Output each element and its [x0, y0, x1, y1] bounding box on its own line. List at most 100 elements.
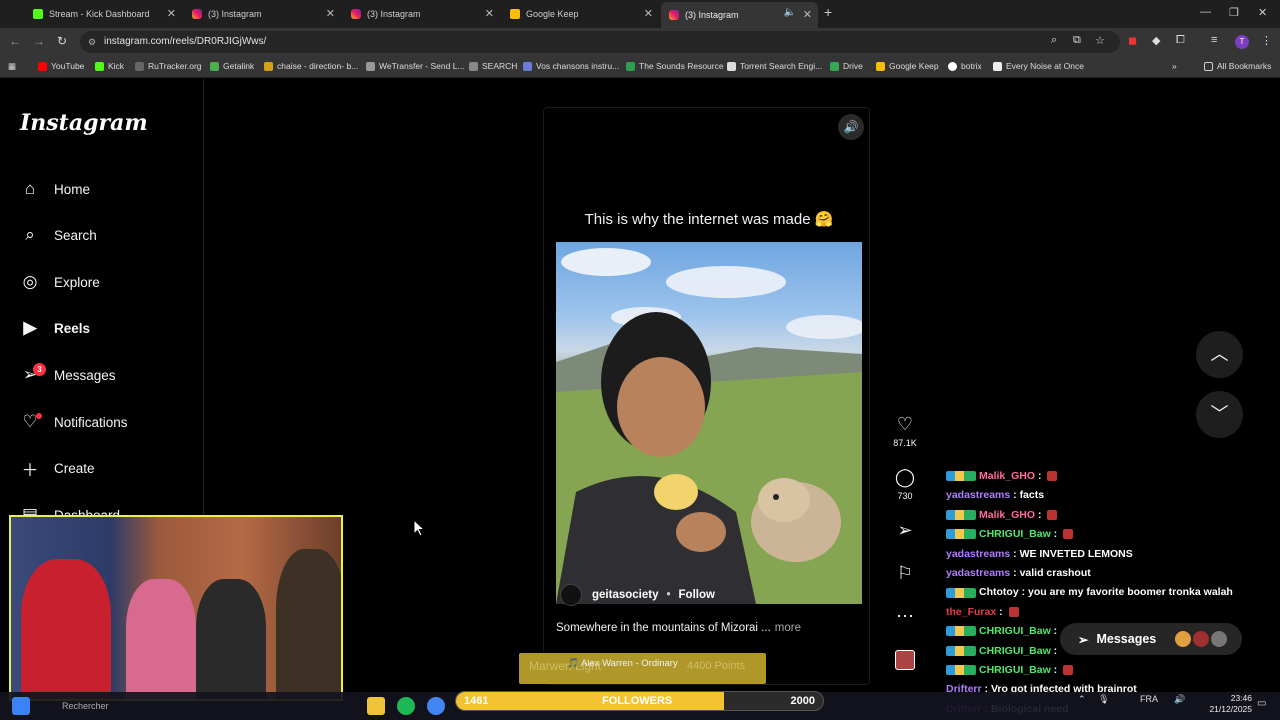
speaker-icon[interactable]: 🔊	[1174, 694, 1185, 704]
instagram-logo[interactable]: Instagram	[20, 110, 148, 136]
chat-username[interactable]: CHRIGUI_Baw	[979, 625, 1051, 637]
share-button[interactable]: ➢	[890, 520, 920, 544]
tab-instagram-active[interactable]: (3) Instagram 🔈 ✕	[661, 2, 818, 28]
chat-username[interactable]: yadastreams	[946, 548, 1010, 560]
close-icon[interactable]: ✕	[644, 7, 653, 20]
chat-username[interactable]: CHRIGUI_Baw	[979, 664, 1051, 676]
bookmark-chaise[interactable]: chaise - direction- b...	[264, 61, 358, 71]
tab-title: (3) Instagram	[367, 9, 421, 19]
chat-username[interactable]: the_Furax	[946, 606, 996, 618]
more-link[interactable]: more	[775, 622, 801, 634]
chat-username[interactable]: Malik_GHO	[979, 470, 1035, 482]
all-bookmarks[interactable]: All Bookmarks	[1204, 61, 1271, 71]
sidebar-item-notifications[interactable]: ♡ Notifications	[20, 408, 127, 436]
tab-instagram-1[interactable]: (3) Instagram ✕	[184, 4, 341, 24]
taskbar-search[interactable]: Rechercher	[40, 696, 180, 716]
audio-thumbnail[interactable]	[890, 650, 920, 672]
maximize-button[interactable]: ❐	[1229, 6, 1239, 19]
new-tab-button[interactable]: +	[824, 4, 832, 20]
author-username[interactable]: geitasociety	[592, 589, 658, 601]
close-icon[interactable]: ✕	[326, 7, 335, 20]
close-icon[interactable]: ✕	[167, 7, 176, 20]
chevron-up-icon[interactable]: ⌃	[1078, 694, 1086, 704]
chat-username[interactable]: Malik_GHO	[979, 509, 1035, 521]
bookmark-every-noise[interactable]: Every Noise at Once	[993, 61, 1084, 71]
chat-emote-icon	[1008, 607, 1019, 618]
sidebar-item-create[interactable]: ＋ Create	[20, 454, 95, 482]
follow-button[interactable]: Follow	[679, 589, 715, 601]
separator-dot: •	[666, 589, 671, 601]
forward-icon[interactable]: →	[33, 34, 45, 48]
close-icon[interactable]: ✕	[803, 8, 812, 21]
author-avatar[interactable]	[560, 584, 582, 606]
chat-username[interactable]: CHRIGUI_Baw	[979, 645, 1051, 657]
bookmark-search[interactable]: SEARCH	[469, 61, 517, 71]
bookmark-kick[interactable]: Kick	[95, 61, 124, 71]
bookmark-youtube[interactable]: YouTube	[38, 61, 84, 71]
comment-button[interactable]: ◯ 730	[890, 467, 920, 501]
bookmark-sounds-resource[interactable]: The Sounds Resource	[626, 61, 724, 71]
back-icon[interactable]: ←	[9, 34, 21, 48]
tab-instagram-2[interactable]: (3) Instagram ✕	[343, 4, 500, 24]
keep-icon	[510, 9, 520, 19]
bookmark-wetransfer[interactable]: WeTransfer - Send L...	[366, 61, 465, 71]
site-info-icon[interactable]: ⚙	[88, 31, 96, 53]
taskbar-clock[interactable]: 23:46 21/12/2025	[1206, 693, 1252, 715]
chevron-right-icon[interactable]: »	[1172, 61, 1177, 71]
reading-list-icon[interactable]: ≡	[1211, 34, 1217, 46]
install-icon[interactable]: ⧉	[1073, 34, 1081, 47]
chat-message: CHRIGUI_Baw :	[946, 645, 1057, 657]
folder-icon[interactable]	[367, 697, 385, 715]
minimize-button[interactable]: —	[1200, 6, 1211, 18]
chat-separator: :	[1035, 508, 1045, 521]
chat-message: Malik_GHO :	[946, 508, 1058, 521]
url-input[interactable]: ⚙ instagram.com/reels/DR0RJIGjWws/	[80, 31, 1120, 53]
chrome-icon[interactable]	[427, 697, 445, 715]
bookmark-torrent-search[interactable]: Torrent Search Engi...	[727, 61, 822, 71]
volume-icon[interactable]: 🔊	[838, 114, 864, 140]
apps-grid-icon[interactable]: ▦	[8, 61, 16, 72]
notifications-icon[interactable]: ▭	[1257, 698, 1266, 709]
bookmark-google-keep[interactable]: Google Keep	[876, 61, 939, 71]
spotify-icon[interactable]	[397, 697, 415, 715]
tab-title: (3) Instagram	[685, 10, 739, 20]
extensions-puzzle-icon[interactable]: ⧠	[1176, 34, 1185, 47]
like-button[interactable]: ♡ 87.1K	[890, 414, 920, 448]
reel-video[interactable]	[556, 242, 862, 604]
close-icon[interactable]: ✕	[485, 7, 494, 20]
microphone-icon[interactable]: 🎙	[1098, 694, 1109, 704]
profile-avatar[interactable]: T	[1235, 35, 1249, 49]
tab-kick-dashboard[interactable]: Stream - Kick Dashboard ✕	[25, 4, 182, 24]
window-close-button[interactable]: ✕	[1258, 6, 1267, 19]
next-reel-button[interactable]: ﹀	[1196, 391, 1243, 438]
sidebar-item-search[interactable]: ⌕ Search	[20, 221, 97, 249]
bookmark-botrix[interactable]: botrix	[948, 61, 982, 71]
chat-username[interactable]: yadastreams	[946, 489, 1010, 501]
speaker-icon[interactable]: 🔈	[784, 7, 796, 18]
extension-icon[interactable]: ◆	[1152, 34, 1160, 47]
previous-reel-button[interactable]: ︿	[1196, 331, 1243, 378]
bookmark-getalink[interactable]: Getalink	[210, 61, 254, 71]
bookmark-rutracker[interactable]: RuTracker.org	[135, 61, 202, 71]
sidebar-item-reels[interactable]: ▶ Reels	[20, 314, 90, 342]
language-indicator[interactable]: FRA	[1140, 694, 1158, 704]
chat-separator: :	[1050, 625, 1058, 638]
bookmark-star-icon[interactable]: ☆	[1095, 34, 1105, 47]
bookmark-vos-chansons[interactable]: Vos chansons instru...	[523, 61, 619, 71]
windows-start-icon[interactable]	[12, 697, 30, 715]
tab-google-keep[interactable]: Google Keep ✕	[502, 4, 659, 24]
bookmark-drive[interactable]: Drive	[830, 61, 863, 71]
more-options-button[interactable]: ⋯	[890, 606, 920, 630]
reload-icon[interactable]: ↻	[57, 34, 67, 48]
extension-icon[interactable]: ◼	[1128, 34, 1137, 47]
sidebar-item-home[interactable]: ⌂ Home	[20, 175, 90, 203]
sidebar-item-messages[interactable]: ➢ 3 Messages	[20, 361, 116, 389]
save-button[interactable]: ⚐	[890, 563, 920, 587]
menu-kebab-icon[interactable]: ⋮	[1261, 34, 1272, 47]
chat-username[interactable]: yadastreams	[946, 567, 1010, 579]
chat-username[interactable]: Chtotoy	[979, 586, 1019, 598]
chat-username[interactable]: CHRIGUI_Baw	[979, 528, 1051, 540]
sidebar-item-explore[interactable]: ◎ Explore	[20, 268, 100, 296]
plus-icon: ＋	[21, 460, 39, 480]
zoom-icon[interactable]: ⌕	[1051, 34, 1057, 47]
